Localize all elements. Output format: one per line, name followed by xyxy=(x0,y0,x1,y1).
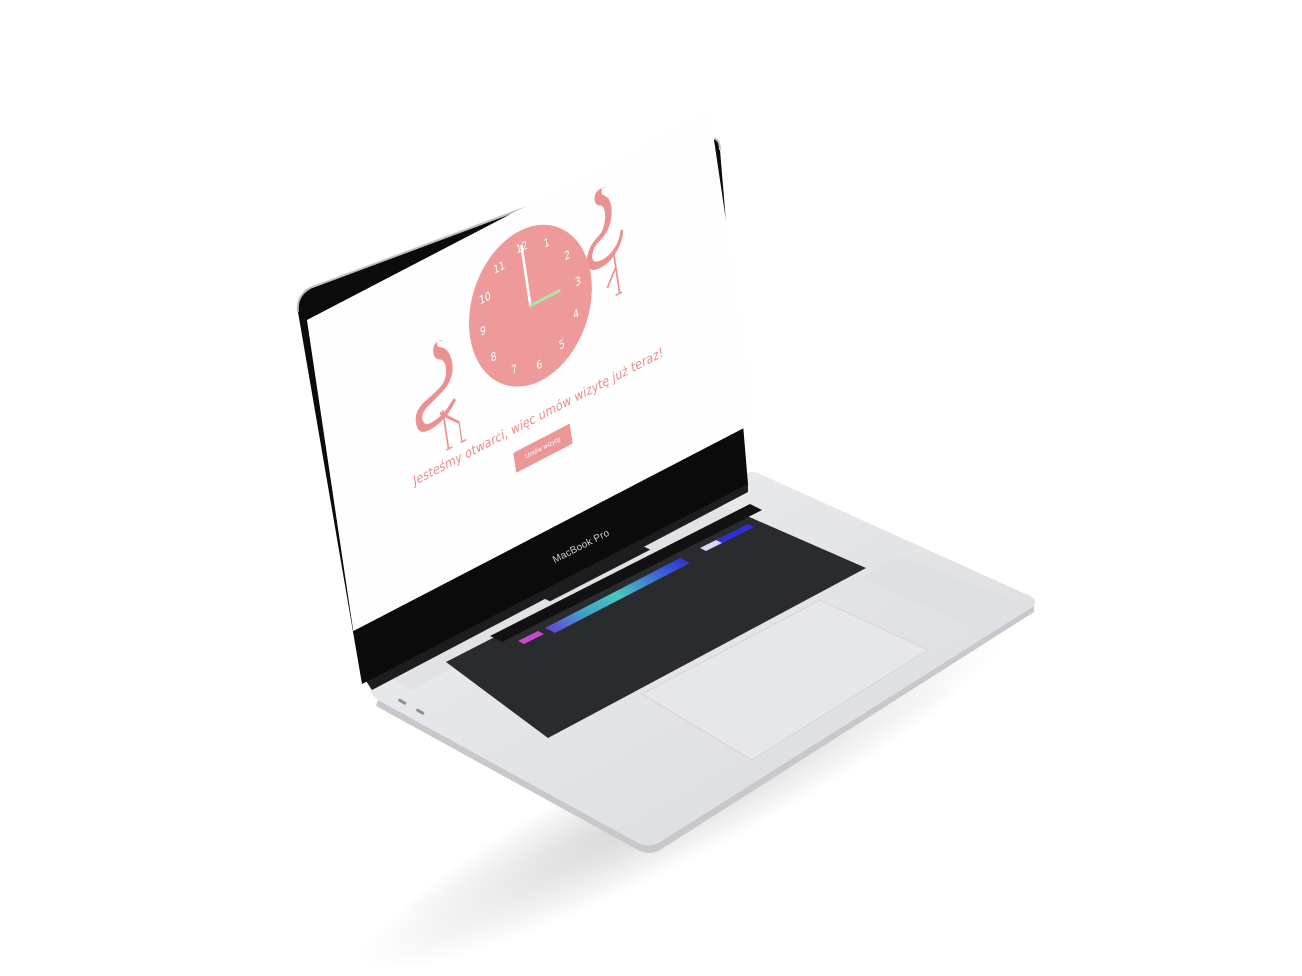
scene: 121234567891011 Jesteśmy otwarci, więc u… xyxy=(0,0,1302,976)
clock: 121234567891011 xyxy=(469,224,592,387)
flamingo-left-icon xyxy=(415,340,467,451)
